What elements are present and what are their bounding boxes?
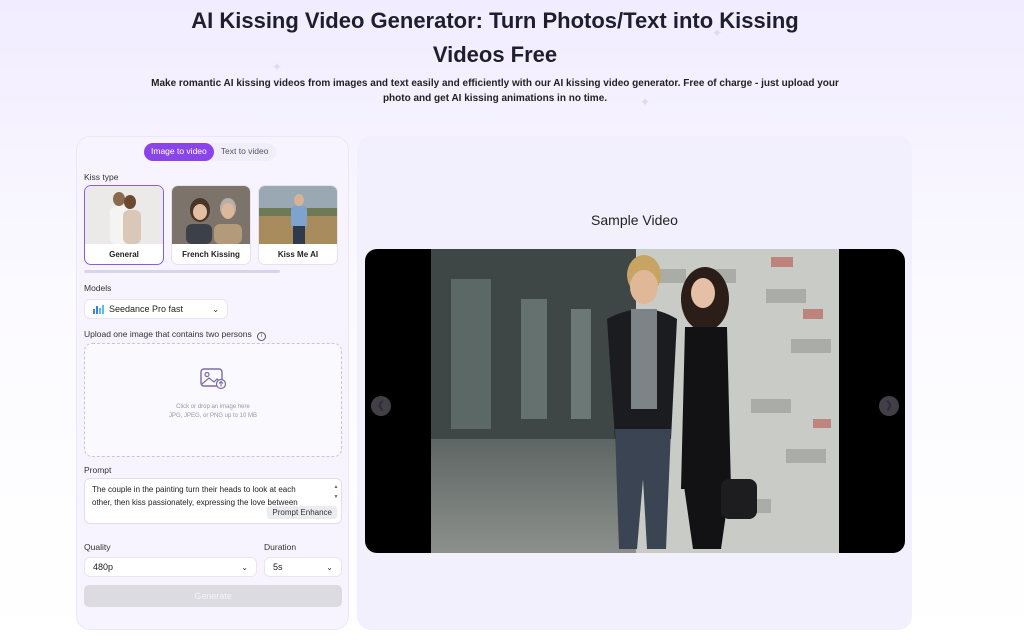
model-select-value: Seedance Pro fast <box>109 304 184 314</box>
prompt-scrollbar[interactable]: ▲ ▼ <box>333 482 339 504</box>
kiss-type-label: Kiss type <box>84 172 119 182</box>
sample-video-frame <box>431 249 839 553</box>
quality-select-value: 480p <box>93 562 114 572</box>
page-title-line: AI Kissing Video Generator: Turn Photos/… <box>191 8 799 33</box>
prompt-label: Prompt <box>84 465 112 475</box>
kiss-type-label-french: French Kissing <box>182 250 240 259</box>
quality-label: Quality <box>84 542 111 552</box>
tab-text-to-video[interactable]: Text to video <box>214 143 276 161</box>
info-icon[interactable]: i <box>257 332 267 341</box>
chevron-left-icon: ❮ <box>376 400 386 411</box>
mode-toggle: Image to video Text to video <box>144 143 276 161</box>
duration-select-value: 5s <box>273 562 283 572</box>
chevron-right-icon: ❯ <box>884 400 894 411</box>
prev-slide-button[interactable]: ❮ <box>371 396 391 416</box>
kiss-type-french[interactable]: French Kissing <box>171 185 251 265</box>
kiss-thumb-kiss-me <box>259 186 337 244</box>
kiss-thumb-general <box>85 186 163 244</box>
duration-select[interactable]: 5s ⌄ <box>264 557 342 577</box>
page-subtitle: Make romantic AI kissing videos from ima… <box>150 76 840 106</box>
models-label: Models <box>84 283 112 293</box>
next-slide-button[interactable]: ❯ <box>879 396 899 416</box>
kiss-type-options: General French Kissing Kiss Me AI <box>84 185 338 265</box>
prompt-value-line: The couple in the painting turn their he… <box>92 485 296 494</box>
prompt-enhance-button[interactable]: Prompt Enhance <box>267 506 337 519</box>
kiss-type-kiss-me[interactable]: Kiss Me AI <box>258 185 338 265</box>
tab-image-to-video[interactable]: Image to video <box>144 143 214 161</box>
sample-video-player[interactable]: ❮ ❯ <box>365 249 905 553</box>
duration-label: Duration <box>264 542 297 552</box>
image-upload-icon <box>200 368 226 390</box>
upload-label: Upload one image that contains two perso… <box>84 329 267 341</box>
generator-panel: Image to video Text to video Kiss type G… <box>76 136 349 630</box>
kiss-type-scrollbar[interactable] <box>84 270 280 273</box>
kiss-thumb-french <box>172 186 250 244</box>
model-select[interactable]: Seedance Pro fast ⌄ <box>84 299 228 319</box>
page-subtitle-line: photo and get AI kissing animations in n… <box>382 93 608 104</box>
chevron-down-icon: ⌄ <box>326 562 333 572</box>
page-subtitle-line: Make romantic AI kissing videos from ima… <box>151 78 839 89</box>
upload-formats: JPG, JPEG, or PNG up to 10 MB <box>168 413 258 419</box>
prompt-textarea[interactable]: The couple in the painting turn their he… <box>84 478 342 524</box>
quality-select[interactable]: 480p ⌄ <box>84 557 257 577</box>
page-title-line: Videos Free <box>432 42 558 67</box>
model-bars-icon <box>93 304 104 314</box>
kiss-type-label-kiss-me: Kiss Me AI <box>277 250 319 259</box>
image-upload-dropzone[interactable]: Click or drop an image here JPG, JPEG, o… <box>84 343 342 457</box>
kiss-type-general[interactable]: General <box>84 185 164 265</box>
preview-panel: Sample Video ❮ ❯ <box>357 136 912 630</box>
chevron-down-icon: ⌄ <box>212 304 219 314</box>
page-title: AI Kissing Video Generator: Turn Photos/… <box>150 4 840 72</box>
kiss-type-label-general: General <box>109 250 139 259</box>
upload-hint: Click or drop an image here <box>176 404 250 410</box>
scroll-up-icon: ▲ <box>333 484 339 490</box>
upload-label-text: Upload one image that contains two perso… <box>84 329 252 339</box>
chevron-down-icon: ⌄ <box>241 562 248 572</box>
scroll-down-icon: ▼ <box>333 494 339 500</box>
generate-button[interactable]: Generate <box>84 585 342 607</box>
sample-video-title: Sample Video <box>591 212 678 228</box>
